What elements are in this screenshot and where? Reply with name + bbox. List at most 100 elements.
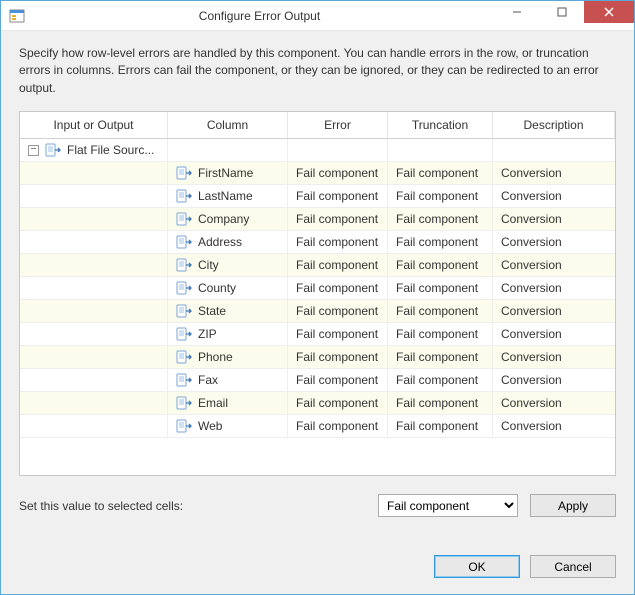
truncation-cell[interactable]: Fail component (388, 392, 493, 414)
grid-header: Input or Output Column Error Truncation … (20, 112, 615, 139)
table-row[interactable]: FirstName Fail component Fail component … (20, 162, 615, 185)
description-cell: Conversion (493, 300, 615, 322)
error-cell[interactable]: Fail component (288, 323, 388, 345)
table-row[interactable]: Company Fail component Fail component Co… (20, 208, 615, 231)
titlebar[interactable]: Configure Error Output (1, 1, 634, 31)
column-name: City (198, 258, 219, 272)
column-output-icon (176, 326, 192, 342)
column-output-icon (176, 280, 192, 296)
error-output-grid[interactable]: Input or Output Column Error Truncation … (19, 111, 616, 476)
column-name: LastName (198, 189, 253, 203)
error-cell[interactable]: Fail component (288, 277, 388, 299)
minimize-button[interactable] (494, 1, 539, 23)
description-cell: Conversion (493, 208, 615, 230)
table-row[interactable]: Address Fail component Fail component Co… (20, 231, 615, 254)
column-name: State (198, 304, 226, 318)
apply-value-select[interactable]: Fail component (378, 494, 518, 517)
column-name: ZIP (198, 327, 217, 341)
dialog-window: Configure Error Output Specify how row-l… (0, 0, 635, 595)
maximize-button[interactable] (539, 1, 584, 23)
source-output-icon (45, 142, 61, 158)
column-name: Company (198, 212, 249, 226)
ok-button[interactable]: OK (434, 555, 520, 578)
truncation-cell[interactable]: Fail component (388, 208, 493, 230)
description-cell: Conversion (493, 392, 615, 414)
error-cell[interactable]: Fail component (288, 346, 388, 368)
table-row[interactable]: LastName Fail component Fail component C… (20, 185, 615, 208)
grid-body[interactable]: − Flat File Sourc... FirstName Fail comp… (20, 139, 615, 475)
truncation-cell[interactable]: Fail component (388, 415, 493, 437)
column-output-icon (176, 234, 192, 250)
error-cell[interactable]: Fail component (288, 162, 388, 184)
column-output-icon (176, 303, 192, 319)
error-cell[interactable]: Fail component (288, 254, 388, 276)
column-name: Fax (198, 373, 218, 387)
table-row[interactable]: Web Fail component Fail component Conver… (20, 415, 615, 438)
truncation-cell[interactable]: Fail component (388, 277, 493, 299)
table-row[interactable]: Email Fail component Fail component Conv… (20, 392, 615, 415)
table-row[interactable]: County Fail component Fail component Con… (20, 277, 615, 300)
error-cell[interactable]: Fail component (288, 208, 388, 230)
header-description[interactable]: Description (493, 112, 615, 138)
description-cell: Conversion (493, 162, 615, 184)
table-row[interactable]: ZIP Fail component Fail component Conver… (20, 323, 615, 346)
truncation-cell[interactable]: Fail component (388, 300, 493, 322)
header-truncation[interactable]: Truncation (388, 112, 493, 138)
window-title: Configure Error Output (25, 9, 494, 23)
column-output-icon (176, 349, 192, 365)
column-output-icon (176, 188, 192, 204)
error-cell[interactable]: Fail component (288, 231, 388, 253)
tree-expander-icon[interactable]: − (28, 145, 39, 156)
description-cell: Conversion (493, 231, 615, 253)
column-name: County (198, 281, 236, 295)
truncation-cell[interactable]: Fail component (388, 254, 493, 276)
description-cell: Conversion (493, 185, 615, 207)
column-name: Web (198, 419, 222, 433)
column-name: Address (198, 235, 242, 249)
table-row[interactable]: State Fail component Fail component Conv… (20, 300, 615, 323)
error-cell[interactable]: Fail component (288, 185, 388, 207)
truncation-cell[interactable]: Fail component (388, 369, 493, 391)
description-cell: Conversion (493, 323, 615, 345)
description-cell: Conversion (493, 254, 615, 276)
column-name: Email (198, 396, 228, 410)
tree-root-label: Flat File Sourc... (67, 143, 154, 157)
table-row[interactable]: Phone Fail component Fail component Conv… (20, 346, 615, 369)
window-controls (494, 1, 634, 30)
column-output-icon (176, 211, 192, 227)
truncation-cell[interactable]: Fail component (388, 323, 493, 345)
header-error[interactable]: Error (288, 112, 388, 138)
dialog-content: Specify how row-level errors are handled… (1, 31, 634, 594)
column-output-icon (176, 165, 192, 181)
truncation-cell[interactable]: Fail component (388, 346, 493, 368)
column-output-icon (176, 257, 192, 273)
truncation-cell[interactable]: Fail component (388, 231, 493, 253)
truncation-cell[interactable]: Fail component (388, 185, 493, 207)
error-cell[interactable]: Fail component (288, 415, 388, 437)
instructions-text: Specify how row-level errors are handled… (19, 45, 616, 97)
table-row[interactable]: City Fail component Fail component Conve… (20, 254, 615, 277)
description-cell: Conversion (493, 369, 615, 391)
table-row[interactable]: − Flat File Sourc... (20, 139, 615, 162)
column-output-icon (176, 372, 192, 388)
error-cell[interactable]: Fail component (288, 300, 388, 322)
error-cell[interactable]: Fail component (288, 369, 388, 391)
apply-button[interactable]: Apply (530, 494, 616, 517)
header-column[interactable]: Column (168, 112, 288, 138)
close-button[interactable] (584, 1, 634, 23)
cancel-button[interactable]: Cancel (530, 555, 616, 578)
column-name: FirstName (198, 166, 253, 180)
error-cell[interactable]: Fail component (288, 392, 388, 414)
table-row[interactable]: Fax Fail component Fail component Conver… (20, 369, 615, 392)
description-cell: Conversion (493, 346, 615, 368)
dialog-footer: OK Cancel (19, 545, 616, 578)
column-output-icon (176, 418, 192, 434)
app-icon (9, 8, 25, 24)
truncation-cell[interactable]: Fail component (388, 162, 493, 184)
apply-label: Set this value to selected cells: (19, 499, 366, 513)
description-cell: Conversion (493, 277, 615, 299)
header-input-output[interactable]: Input or Output (20, 112, 168, 138)
apply-row: Set this value to selected cells: Fail c… (19, 494, 616, 517)
column-output-icon (176, 395, 192, 411)
description-cell: Conversion (493, 415, 615, 437)
